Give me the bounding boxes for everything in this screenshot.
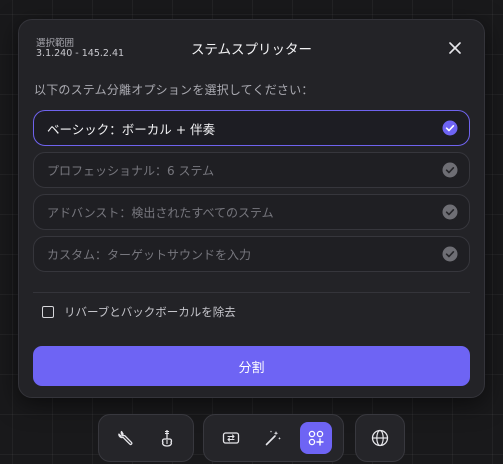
loop-swap-button[interactable] [215, 422, 247, 454]
wrench-button[interactable] [110, 422, 142, 454]
tuner-button[interactable] [151, 422, 183, 454]
check-circle-icon [442, 162, 458, 178]
toolbar-group-tools [98, 414, 194, 462]
option-label: カスタム：ターゲットサウンドを入力 [47, 247, 252, 262]
magic-wand-icon [266, 430, 282, 446]
divider [33, 292, 470, 293]
stem-split-icon [308, 430, 324, 446]
remove-reverb-checkbox-row[interactable]: リバーブとバックボーカルを除去 [42, 304, 236, 320]
check-circle-selected-icon [442, 120, 458, 136]
option-label: アドバンスト：検出されたすべてのステム [47, 205, 274, 220]
wrench-icon [117, 430, 132, 446]
remove-reverb-checkbox[interactable] [42, 306, 54, 318]
option-basic[interactable]: ベーシック：ボーカル + 伴奏 [33, 110, 470, 146]
option-professional[interactable]: プロフェッショナル：6 ステム [33, 152, 470, 188]
option-custom[interactable]: カスタム：ターゲットサウンドを入力 [33, 236, 470, 272]
guitar-tuner-icon [161, 430, 172, 447]
options-prompt: 以下のステム分離オプションを選択してください： [34, 83, 314, 97]
close-icon [449, 42, 461, 54]
option-label: プロフェッショナル：6 ステム [47, 163, 215, 178]
close-button[interactable] [443, 36, 467, 60]
globe-button[interactable] [364, 422, 396, 454]
stem-splitter-dialog: 選択範囲 3.1.240 - 145.2.41 ステムスプリッター 以下のステム… [18, 19, 485, 398]
remove-reverb-label: リバーブとバックボーカルを除去 [64, 305, 236, 319]
split-button[interactable]: 分割 [33, 346, 470, 386]
dialog-title: ステムスプリッター [190, 42, 313, 58]
option-label: ベーシック：ボーカル + 伴奏 [47, 121, 216, 137]
check-circle-icon [442, 246, 458, 262]
loop-swap-icon [223, 432, 240, 444]
stem-split-button[interactable] [299, 422, 332, 454]
toolbar-group-language [355, 414, 405, 462]
globe-icon [371, 429, 389, 447]
check-circle-icon [442, 204, 458, 220]
option-advanced[interactable]: アドバンスト：検出されたすべてのステム [33, 194, 470, 230]
magic-wand-button[interactable] [257, 422, 289, 454]
toolbar-group-edit [203, 414, 344, 462]
